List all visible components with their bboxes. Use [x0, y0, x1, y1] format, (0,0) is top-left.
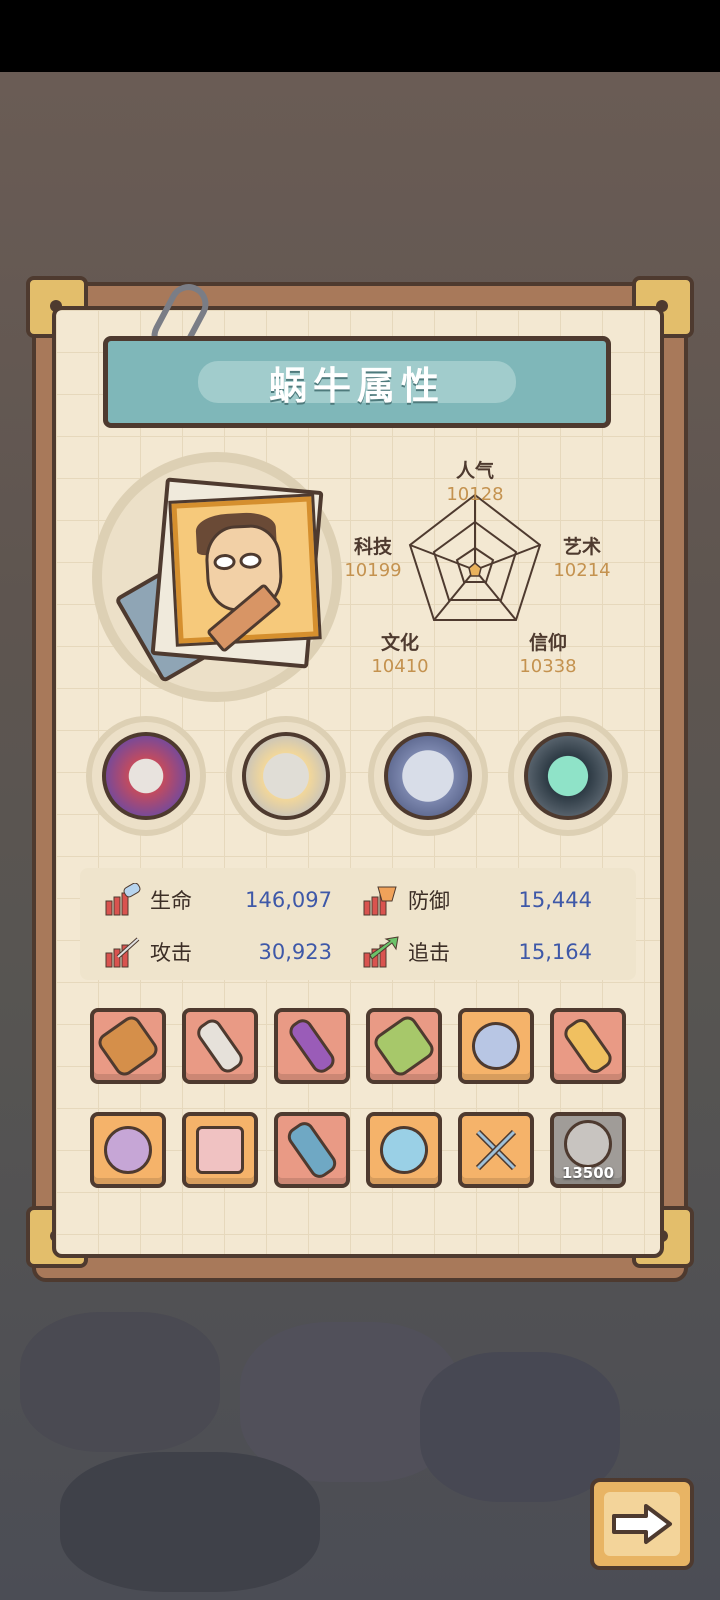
- attack-icon: [104, 935, 142, 969]
- compass-relic-icon: [384, 732, 472, 820]
- attribute-radar: 人气 10128 艺术 10214 信仰 10338 文化 10410 科技 10199: [340, 450, 650, 690]
- thorn-relic-icon: [102, 732, 190, 820]
- relic-slot-thorn[interactable]: [86, 716, 206, 836]
- crossbow-icon: [94, 1012, 162, 1080]
- title-banner: 蜗牛属性: [103, 336, 611, 428]
- equipment-slot-watch[interactable]: [366, 1112, 442, 1188]
- equipment-slot-staff[interactable]: [274, 1008, 350, 1084]
- glasses-icon: [213, 552, 274, 571]
- scepter-icon: [560, 1015, 616, 1077]
- status-bar: [0, 0, 720, 72]
- crest-icon: [104, 1126, 152, 1174]
- attr-faith: 信仰 10338: [519, 632, 577, 677]
- next-button[interactable]: [590, 1478, 694, 1570]
- attr-art: 艺术 10214: [553, 536, 611, 581]
- equipment-slot-blaster[interactable]: [274, 1112, 350, 1188]
- health-icon: [104, 882, 142, 917]
- stat-attack: 攻击 30,923: [104, 932, 332, 972]
- equipment-slot-scepter[interactable]: [550, 1008, 626, 1084]
- attr-popularity: 人气 10128: [446, 460, 504, 505]
- combat-stats: 生命 146,097 防御 15,444 攻击 30,923 追击 15,164: [80, 868, 636, 980]
- equipment-slot-crossbow[interactable]: [90, 1008, 166, 1084]
- relic-slot-compass[interactable]: [368, 716, 488, 836]
- vest-icon: [196, 1126, 244, 1174]
- equipment-slot-rose-locked[interactable]: 13500: [550, 1112, 626, 1188]
- shell-relic-icon: [242, 732, 330, 820]
- equipment-slot-swords[interactable]: [458, 1112, 534, 1188]
- equipment-slot-crest[interactable]: [90, 1112, 166, 1188]
- equipment-slot-hammer[interactable]: [366, 1008, 442, 1084]
- portal-relic-icon: [524, 732, 612, 820]
- attr-tech: 科技 10199: [344, 536, 402, 581]
- relic-slot-shell[interactable]: [226, 716, 346, 836]
- unlock-cost: 13500: [561, 1164, 615, 1182]
- chase-icon: [362, 935, 400, 969]
- equipment-slot-dagger[interactable]: [182, 1008, 258, 1084]
- equipment-slot-vest[interactable]: [182, 1112, 258, 1188]
- dagger-icon: [193, 1015, 247, 1077]
- page-title: 蜗牛属性: [268, 363, 445, 408]
- stat-chase: 追击 15,164: [362, 932, 592, 972]
- attr-culture: 文化 10410: [371, 632, 429, 677]
- equipment-slot-ring[interactable]: [458, 1008, 534, 1084]
- stat-defense: 防御 15,444: [362, 880, 592, 920]
- defense-icon: [362, 883, 400, 917]
- relic-slot-portal[interactable]: [508, 716, 628, 836]
- hammer-icon: [370, 1012, 438, 1080]
- radar-value-shape: [468, 562, 482, 577]
- rose-icon: [564, 1120, 612, 1168]
- arrow-right-icon: [612, 1504, 672, 1544]
- ring-icon: [462, 1012, 530, 1080]
- watch-icon: [370, 1116, 438, 1184]
- stat-health: 生命 146,097: [104, 880, 332, 920]
- staff-icon: [285, 1015, 339, 1077]
- blaster-icon: [283, 1118, 341, 1182]
- crossed-swords-icon: [472, 1126, 520, 1174]
